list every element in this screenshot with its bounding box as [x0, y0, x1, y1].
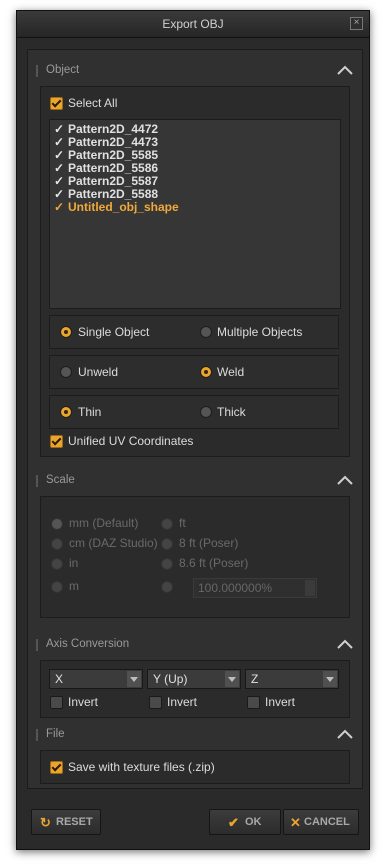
section-marker	[36, 475, 38, 487]
ok-button[interactable]: ✔ OK	[209, 809, 281, 835]
list-item[interactable]: ✓ Pattern2D_4473	[54, 135, 158, 149]
scale-panel: mm (Default) cm (DAZ Studio) in m ft 8 f…	[40, 496, 350, 618]
object-list[interactable]: ✓ Pattern2D_4472 ✓ Pattern2D_4473 ✓ Pattern…	[49, 119, 341, 309]
thick-label: Thick	[217, 405, 246, 419]
mm-radio[interactable]	[51, 518, 63, 530]
ft8-label: 8 ft (Poser)	[179, 536, 239, 550]
weld-group: Unweld Weld	[49, 355, 339, 389]
thin-radio[interactable]	[60, 406, 72, 418]
title-bar: Export OBJ ×	[17, 11, 369, 38]
section-label-axis: Axis Conversion	[46, 638, 130, 650]
ft8-radio[interactable]	[161, 538, 173, 550]
spinner-icon[interactable]	[305, 580, 315, 596]
section-header-file[interactable]: File	[28, 724, 362, 746]
list-item-selected[interactable]: ✓ Untitled_obj_shape	[54, 200, 179, 214]
axis-y-value: Y (Up)	[153, 672, 188, 686]
thin-label: Thin	[78, 405, 102, 419]
list-item[interactable]: ✓ Pattern2D_5586	[54, 161, 158, 175]
dialog-body: Object Select All ✓ Pattern2D_4472 ✓ Patte…	[27, 49, 363, 789]
section-header-object[interactable]: Object	[28, 60, 362, 82]
object-mode-group: Single Object Multiple Objects	[49, 315, 339, 349]
chevron-down-icon	[323, 671, 337, 687]
list-item[interactable]: ✓ Pattern2D_5587	[54, 174, 158, 188]
close-icon[interactable]: ×	[350, 17, 363, 30]
ft-radio[interactable]	[161, 518, 173, 530]
file-panel: Save with texture files (.zip)	[40, 750, 350, 784]
custom-scale-value: 100.000000%	[198, 581, 273, 595]
invert-x-checkbox[interactable]	[50, 696, 63, 709]
section-label-file: File	[46, 728, 65, 740]
section-marker	[36, 639, 38, 651]
axis-x-value: X	[55, 672, 64, 686]
cm-radio[interactable]	[51, 538, 63, 550]
x-icon: ✕	[290, 815, 301, 830]
list-item[interactable]: ✓ Pattern2D_5585	[54, 148, 158, 162]
save-zip-checkbox[interactable]	[50, 761, 63, 774]
ft-label: ft	[179, 516, 186, 530]
ok-label: OK	[245, 816, 262, 828]
section-header-scale[interactable]: Scale	[28, 470, 362, 492]
single-object-label: Single Object	[78, 325, 150, 339]
custom-radio[interactable]	[161, 581, 173, 593]
section-label-object: Object	[46, 64, 80, 76]
cancel-label: CANCEL	[304, 816, 350, 828]
section-marker	[36, 729, 38, 741]
unified-uv-checkbox[interactable]	[50, 435, 63, 448]
reset-icon: ↻	[40, 815, 51, 830]
ft86-radio[interactable]	[161, 558, 173, 570]
multiple-objects-radio[interactable]	[200, 326, 212, 338]
section-label-scale: Scale	[46, 474, 75, 486]
export-obj-dialog: Export OBJ × Object Select All ✓ Pattern2…	[16, 10, 370, 850]
window-title: Export OBJ	[162, 17, 224, 31]
section-header-axis[interactable]: Axis Conversion	[28, 634, 362, 656]
chevron-up-icon[interactable]	[336, 728, 354, 740]
single-object-radio[interactable]	[60, 326, 72, 338]
reset-button[interactable]: ↻ RESET	[31, 809, 101, 835]
mm-label: mm (Default)	[69, 516, 139, 530]
unweld-label: Unweld	[78, 365, 119, 379]
axis-panel: X Y (Up) Z Invert Invert Invert	[40, 660, 350, 718]
section-marker	[36, 65, 38, 77]
invert-y-label: Invert	[167, 695, 198, 709]
chevron-down-icon	[225, 671, 239, 687]
list-item[interactable]: ✓ Pattern2D_4472	[54, 122, 158, 136]
select-all-label: Select All	[68, 96, 118, 110]
in-radio[interactable]	[51, 558, 63, 570]
thick-radio[interactable]	[200, 406, 212, 418]
object-panel: Select All ✓ Pattern2D_4472 ✓ Pattern2D_44…	[40, 86, 350, 457]
in-label: in	[69, 556, 79, 570]
unified-uv-label: Unified UV Coordinates	[68, 434, 194, 448]
select-all-checkbox[interactable]	[50, 97, 63, 110]
chevron-up-icon[interactable]	[336, 638, 354, 650]
check-icon: ✔	[228, 815, 239, 830]
m-radio[interactable]	[51, 581, 63, 593]
multiple-objects-label: Multiple Objects	[217, 325, 303, 339]
invert-y-checkbox[interactable]	[149, 696, 162, 709]
list-item[interactable]: ✓ Pattern2D_5588	[54, 187, 158, 201]
invert-z-label: Invert	[265, 695, 296, 709]
save-zip-label: Save with texture files (.zip)	[68, 760, 215, 774]
m-label: m	[69, 579, 79, 593]
invert-z-checkbox[interactable]	[247, 696, 260, 709]
custom-scale-field[interactable]: 100.000000%	[193, 578, 317, 598]
axis-x-select[interactable]: X	[49, 669, 143, 689]
reset-label: RESET	[56, 816, 93, 828]
cancel-button[interactable]: ✕ CANCEL	[283, 809, 359, 835]
weld-label: Weld	[217, 365, 245, 379]
thickness-group: Thin Thick	[49, 395, 339, 429]
chevron-up-icon[interactable]	[336, 474, 354, 486]
unweld-radio[interactable]	[60, 366, 72, 378]
cm-label: cm (DAZ Studio)	[69, 536, 158, 550]
axis-y-select[interactable]: Y (Up)	[147, 669, 241, 689]
axis-z-select[interactable]: Z	[245, 669, 339, 689]
ft86-label: 8.6 ft (Poser)	[179, 556, 249, 570]
weld-radio[interactable]	[200, 366, 212, 378]
chevron-down-icon	[127, 671, 141, 687]
axis-z-value: Z	[251, 672, 259, 686]
invert-x-label: Invert	[68, 695, 99, 709]
chevron-up-icon[interactable]	[336, 64, 354, 76]
